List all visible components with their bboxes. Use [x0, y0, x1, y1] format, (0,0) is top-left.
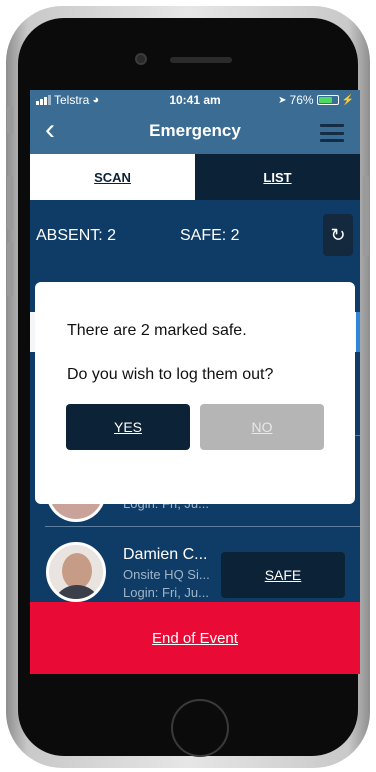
attendance-counts: ABSENT: 2 SAFE: 2 ↻ — [30, 200, 360, 270]
power-button — [363, 176, 369, 256]
list-item: Damien C... Onsite HQ Si... Login: Fri, … — [30, 536, 360, 606]
tab-bar: SCAN LIST — [30, 154, 360, 200]
charging-icon: ⚡ — [341, 94, 354, 106]
person-name: Damien C... — [123, 546, 208, 563]
volume-down-button — [7, 242, 13, 296]
refresh-icon[interactable]: ↻ — [323, 214, 353, 256]
battery-percent: 76% — [289, 93, 314, 107]
hamburger-menu-icon[interactable] — [320, 124, 344, 142]
mark-safe-button[interactable]: SAFE — [221, 552, 345, 598]
dialog-question: Do you wish to log them out? — [67, 366, 274, 383]
battery-icon — [316, 95, 339, 105]
location-arrow-icon: ➤ — [278, 94, 287, 106]
avatar — [46, 542, 106, 602]
volume-up-button — [7, 176, 13, 230]
person-login: Login: Fri, Ju... — [123, 585, 209, 600]
yes-button[interactable]: YES — [66, 404, 190, 450]
tab-list[interactable]: LIST — [195, 154, 360, 200]
earpiece-speaker — [170, 57, 232, 63]
safe-count: SAFE: 2 — [180, 227, 240, 244]
mute-switch — [7, 106, 13, 134]
dialog-message: There are 2 marked safe. — [67, 322, 247, 339]
person-location: Onsite HQ Si... — [123, 567, 210, 582]
logout-confirm-dialog: There are 2 marked safe. Do you wish to … — [35, 282, 355, 504]
page-title: Emergency — [149, 121, 241, 140]
home-button[interactable] — [171, 699, 229, 757]
end-of-event-button[interactable]: End of Event — [30, 602, 360, 674]
status-bar: Telstra ◕ 10:41 am ➤ 76% ⚡ — [30, 90, 360, 110]
list-divider — [45, 526, 360, 527]
front-camera-icon — [135, 53, 147, 65]
nav-bar: ‹ Emergency — [30, 110, 360, 154]
absent-count: ABSENT: 2 — [36, 227, 117, 244]
search-focus-edge — [356, 312, 360, 352]
tab-scan[interactable]: SCAN — [30, 154, 195, 200]
no-button[interactable]: NO — [200, 404, 324, 450]
